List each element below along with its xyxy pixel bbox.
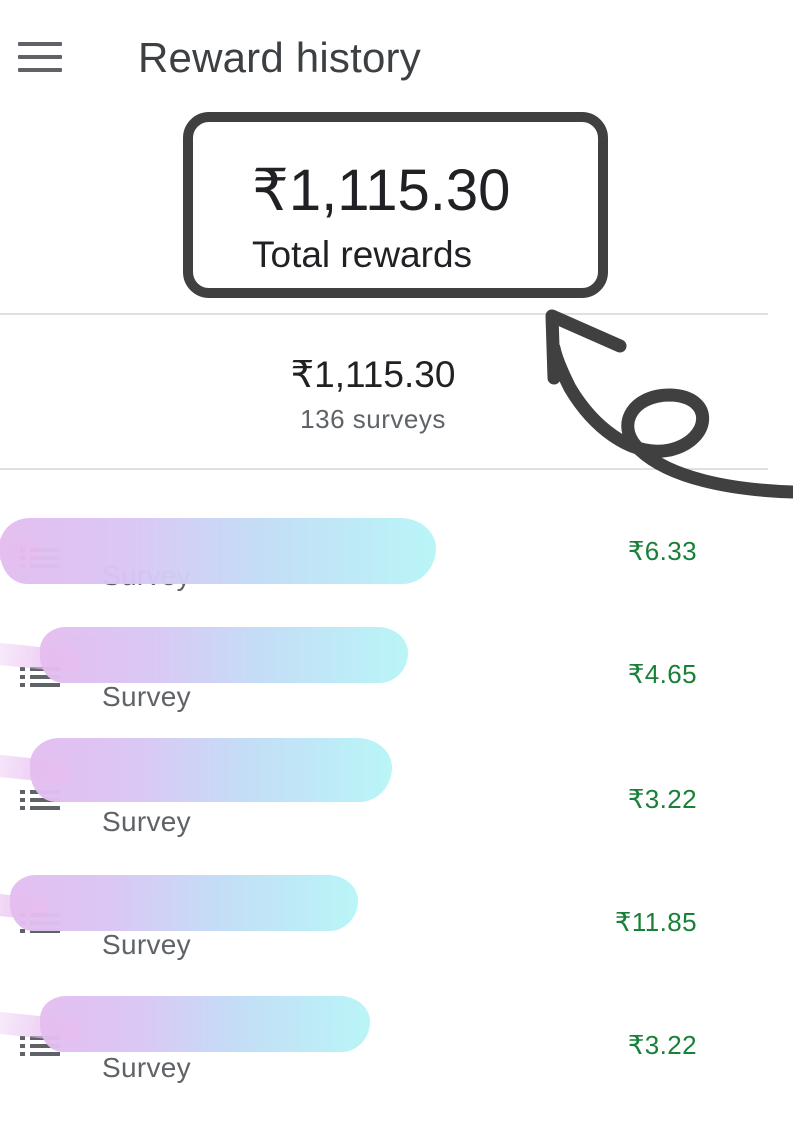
reward-amount: ₹11.85 [614, 907, 697, 937]
total-rewards-label: Total rewards [252, 234, 473, 275]
list-item[interactable]: Survey ₹4.65 [0, 611, 793, 734]
app-bar: Reward history [0, 0, 793, 120]
redaction-scribble [40, 996, 370, 1052]
redaction-scribble [0, 518, 436, 584]
reward-amount: ₹3.22 [627, 1030, 697, 1060]
list-item[interactable]: Survey ₹3.22 [0, 734, 793, 857]
reward-amount: ₹6.33 [627, 536, 697, 566]
reward-amount: ₹3.22 [627, 784, 697, 814]
list-item[interactable]: Survey ₹3.22 [0, 980, 793, 1103]
reward-amount: ₹4.65 [627, 659, 697, 689]
reward-type: Survey [102, 806, 191, 837]
list-item[interactable]: Survey ₹6.33 [0, 488, 793, 611]
hamburger-menu-icon[interactable] [14, 36, 66, 80]
reward-type: Survey [102, 929, 191, 960]
annotation-arrow-icon [545, 309, 793, 499]
total-rewards-amount: ₹1,115.30 [252, 158, 511, 223]
reward-type: Survey [102, 1052, 191, 1083]
redaction-scribble [40, 627, 408, 683]
page-title: Reward history [138, 34, 421, 81]
reward-type: Survey [102, 681, 191, 712]
list-item[interactable]: Survey ₹11.85 [0, 857, 793, 980]
redaction-scribble [30, 738, 392, 802]
redaction-scribble [10, 875, 358, 931]
